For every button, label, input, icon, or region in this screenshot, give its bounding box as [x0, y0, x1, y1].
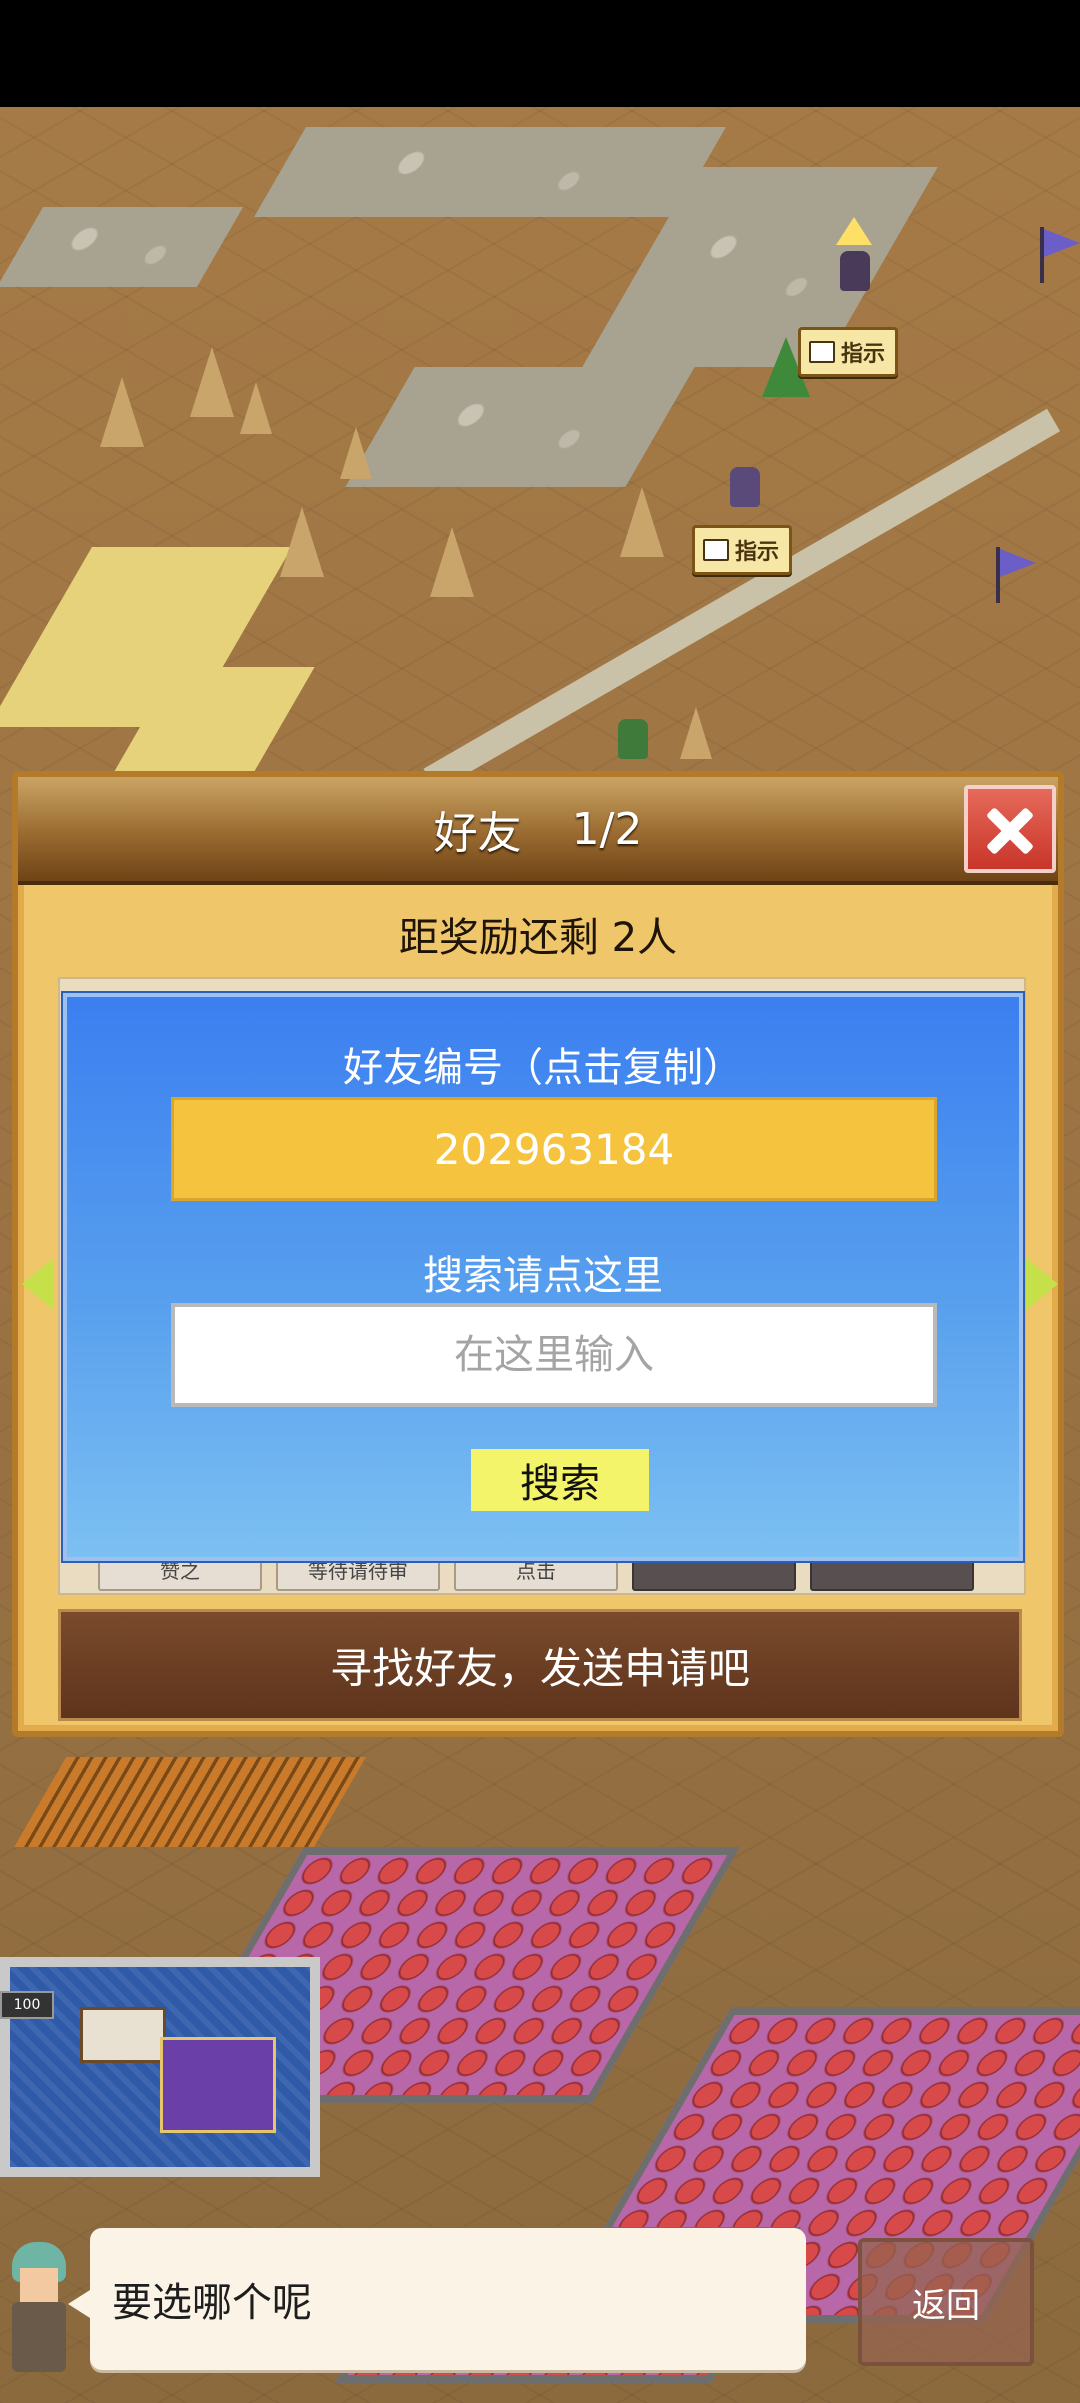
rock-spire	[340, 427, 372, 479]
search-input[interactable]	[171, 1303, 937, 1407]
building-count-badge: 100	[0, 1991, 54, 2019]
furniture	[160, 2037, 276, 2133]
hint-sign-label: 指示	[735, 540, 780, 565]
friends-panel: 好友 1/2 距奖励还剩 2人 赞之 等待请待审 点击 好友编号（点击复制） 2…	[12, 771, 1064, 1737]
wooden-fence	[14, 1757, 366, 1847]
rock-spire	[680, 707, 712, 759]
flag-icon[interactable]	[1040, 227, 1080, 283]
find-friends-label: 寻找好友，发送申请吧	[329, 1643, 750, 1693]
page-indicator: 1/2	[571, 803, 643, 855]
next-page-arrow-icon[interactable]	[1026, 1258, 1058, 1310]
character-unit[interactable]	[840, 251, 870, 291]
rock-spire	[190, 347, 234, 417]
rock-terrain	[0, 207, 244, 287]
hint-sign-label: 指示	[841, 342, 886, 367]
rock-spire	[280, 507, 324, 577]
book-icon	[809, 341, 835, 363]
close-button[interactable]	[964, 785, 1056, 873]
house[interactable]	[0, 1957, 320, 2177]
rock-spire	[430, 527, 474, 597]
character-unit[interactable]	[618, 719, 648, 759]
search-label: 搜索请点这里	[423, 1253, 663, 1299]
hint-sign[interactable]: 指示	[692, 525, 793, 575]
previous-page-arrow-icon[interactable]	[22, 1258, 54, 1310]
assistant-speech-bubble: 要选哪个呢	[68, 2228, 806, 2370]
panel-title: 好友 1/2	[18, 777, 1058, 881]
bed	[80, 2007, 166, 2063]
status-bar	[0, 0, 1080, 107]
search-button[interactable]: 搜索	[471, 1449, 649, 1511]
rock-spire	[240, 382, 272, 434]
friend-code-value: 202963184	[433, 1124, 675, 1174]
character-unit[interactable]	[730, 467, 760, 507]
rock-terrain	[345, 367, 695, 487]
reward-remaining-text: 距奖励还剩 2人	[398, 915, 678, 961]
rock-spire	[100, 377, 144, 447]
level-up-arrow-icon	[836, 217, 872, 245]
back-button-label: 返回	[912, 2285, 980, 2326]
friend-code-dialog: 好友编号（点击复制） 202963184 搜索请点这里 搜索	[63, 993, 1023, 1561]
book-icon	[703, 539, 729, 561]
rock-terrain	[254, 127, 726, 217]
assistant-avatar	[6, 2242, 72, 2382]
hint-sign[interactable]: 指示	[798, 327, 899, 377]
assistant-speech-text: 要选哪个呢	[112, 2280, 312, 2326]
friend-code-box[interactable]: 202963184	[171, 1097, 937, 1201]
back-button[interactable]: 返回	[858, 2238, 1034, 2366]
rock-spire	[620, 487, 664, 557]
flag-icon[interactable]	[996, 547, 1036, 603]
friend-code-label: 好友编号（点击复制）	[343, 1045, 743, 1091]
find-friends-button[interactable]: 寻找好友，发送申请吧	[58, 1609, 1022, 1721]
panel-title-text: 好友	[433, 808, 522, 859]
